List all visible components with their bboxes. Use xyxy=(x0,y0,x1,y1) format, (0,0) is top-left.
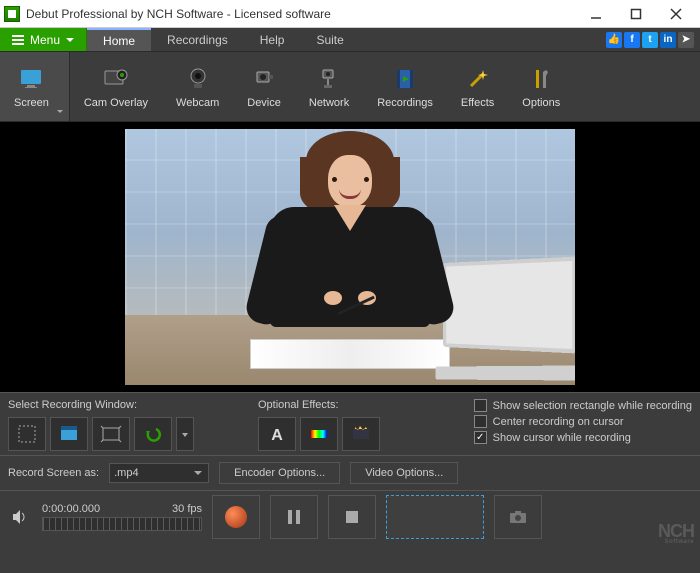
share-icon[interactable]: ➤ xyxy=(678,32,694,48)
ribbon-device[interactable]: Device xyxy=(233,52,295,121)
menubar: Menu Home Recordings Help Suite 👍 f t in… xyxy=(0,28,700,52)
encoder-options-button[interactable]: Encoder Options... xyxy=(219,462,340,484)
monitor-icon xyxy=(17,65,45,93)
ribbon-label: Webcam xyxy=(176,97,219,109)
webcam-icon xyxy=(184,65,212,93)
like-icon[interactable]: 👍 xyxy=(606,32,622,48)
tab-help[interactable]: Help xyxy=(244,28,301,51)
app-icon xyxy=(4,6,20,22)
select-fullscreen-button[interactable] xyxy=(8,417,46,451)
pause-button[interactable] xyxy=(270,495,318,539)
tab-suite[interactable]: Suite xyxy=(300,28,359,51)
maximize-button[interactable] xyxy=(622,4,650,24)
volume-button[interactable] xyxy=(8,505,32,529)
select-rectangle-button[interactable] xyxy=(92,417,130,451)
ribbon-label: Device xyxy=(247,97,281,109)
tools-icon xyxy=(527,65,555,93)
ribbon-cam-overlay[interactable]: Cam Overlay xyxy=(70,52,162,121)
fps-display: 30 fps xyxy=(172,503,202,515)
video-effects-button[interactable] xyxy=(342,417,380,451)
capture-preview-slot[interactable] xyxy=(386,495,484,539)
select-window-button[interactable] xyxy=(50,417,88,451)
check-show-cursor[interactable]: ✓Show cursor while recording xyxy=(474,431,692,444)
ribbon-recordings[interactable]: Recordings xyxy=(363,52,447,121)
format-panel: Record Screen as: .mp4 Encoder Options..… xyxy=(0,455,700,490)
ribbon-label: Screen xyxy=(14,97,49,109)
ribbon: Screen Cam Overlay Webcam Device Network… xyxy=(0,52,700,122)
menu-label: Menu xyxy=(30,33,60,47)
snapshot-button[interactable] xyxy=(494,495,542,539)
optional-effects-label: Optional Effects: xyxy=(258,399,380,411)
close-button[interactable] xyxy=(662,4,690,24)
select-window-label: Select Recording Window: xyxy=(8,399,194,411)
ribbon-webcam[interactable]: Webcam xyxy=(162,52,233,121)
preview-image xyxy=(125,129,575,385)
ribbon-effects[interactable]: Effects xyxy=(447,52,508,121)
device-icon xyxy=(250,65,278,93)
ribbon-label: Options xyxy=(522,97,560,109)
transport-bar: 0:00:00.000 30 fps NCHSoftware xyxy=(0,490,700,547)
ribbon-screen[interactable]: Screen xyxy=(0,52,70,121)
text-overlay-button[interactable]: A xyxy=(258,417,296,451)
facebook-icon[interactable]: f xyxy=(624,32,640,48)
window-title: Debut Professional by NCH Software - Lic… xyxy=(26,7,582,21)
video-options-button[interactable]: Video Options... xyxy=(350,462,458,484)
color-adjust-button[interactable] xyxy=(300,417,338,451)
ribbon-options[interactable]: Options xyxy=(508,52,574,121)
cam-overlay-icon xyxy=(102,65,130,93)
caret-down-icon xyxy=(66,38,74,42)
linkedin-icon[interactable]: in xyxy=(660,32,676,48)
time-ruler[interactable] xyxy=(42,517,202,531)
preview-area xyxy=(0,122,700,392)
hamburger-icon xyxy=(12,35,24,45)
wand-icon xyxy=(464,65,492,93)
ribbon-label: Cam Overlay xyxy=(84,97,148,109)
select-restore-button[interactable] xyxy=(134,417,172,451)
format-dropdown[interactable]: .mp4 xyxy=(109,463,209,483)
stop-button[interactable] xyxy=(328,495,376,539)
ribbon-label: Recordings xyxy=(377,97,433,109)
select-dropdown-button[interactable] xyxy=(176,417,194,451)
network-icon xyxy=(315,65,343,93)
menu-button[interactable]: Menu xyxy=(0,28,87,51)
record-button[interactable] xyxy=(212,495,260,539)
social-icons: 👍 f t in ➤ xyxy=(606,28,700,51)
record-icon xyxy=(225,506,247,528)
check-center-cursor[interactable]: Center recording on cursor xyxy=(474,415,692,428)
titlebar: Debut Professional by NCH Software - Lic… xyxy=(0,0,700,28)
record-as-label: Record Screen as: xyxy=(8,467,99,479)
tab-recordings[interactable]: Recordings xyxy=(151,28,244,51)
tab-home[interactable]: Home xyxy=(87,28,151,51)
film-icon xyxy=(391,65,419,93)
svg-text:A: A xyxy=(271,427,283,444)
ribbon-label: Network xyxy=(309,97,349,109)
ribbon-network[interactable]: Network xyxy=(295,52,363,121)
recording-options: Show selection rectangle while recording… xyxy=(474,399,692,444)
twitter-icon[interactable]: t xyxy=(642,32,658,48)
timecode: 0:00:00.000 xyxy=(42,503,100,515)
ribbon-label: Effects xyxy=(461,97,494,109)
check-show-rectangle[interactable]: Show selection rectangle while recording xyxy=(474,399,692,412)
minimize-button[interactable] xyxy=(582,4,610,24)
mid-panel: Select Recording Window: Optional Effect… xyxy=(0,392,700,455)
nch-logo: NCHSoftware xyxy=(658,523,694,545)
